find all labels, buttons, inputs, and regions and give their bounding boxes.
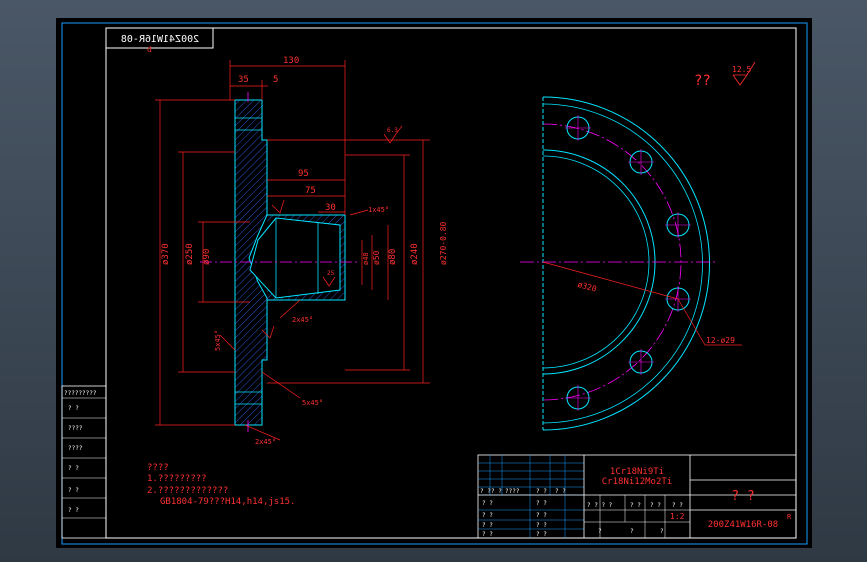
notes-line-2: 2.????????????? (147, 486, 228, 496)
dim-48: ø48 (362, 252, 370, 265)
dim-2x45-a: 2x45° (292, 316, 313, 324)
dim-130: 130 (283, 56, 299, 66)
dim-1x45: 1x45° (368, 206, 389, 214)
tb-row-2: ? ? (482, 512, 493, 519)
tb-weight-0: ? ? ? ? (587, 502, 613, 509)
strip-cell-6: ? ? (68, 507, 79, 514)
tb-weight-1: ? ? (630, 502, 641, 509)
strip-cell-3: ???? (68, 445, 83, 452)
tb-weight-2: ? ? (650, 502, 661, 509)
drawing-sheet (56, 18, 812, 548)
strip-cell-0: ????????? (64, 390, 97, 397)
dim-30: 30 (325, 203, 336, 213)
tb-material-2: Cr18Ni12Mo2Ti (602, 477, 672, 487)
strip-cell-2: ???? (68, 425, 83, 432)
notes-line-3: GB1804-79???H14,h14,js15. (160, 497, 295, 507)
tb-row-3: ? ? (536, 512, 547, 519)
dim-270: ø270-0.80 (439, 221, 448, 265)
roughness-25: 25 (327, 270, 335, 277)
tb-row-1: ? ? (536, 500, 547, 507)
cad-drawing-canvas[interactable]: 200Z41W16R-08 d 130 35 5 95 75 30 1x45° … (0, 0, 867, 562)
tb-bottom-0: ? (598, 528, 602, 535)
dim-80: ø80 (388, 249, 398, 265)
tb-row-5: ? ? (536, 522, 547, 529)
tb-weight-3: ? ? (672, 502, 683, 509)
dim-50: ø50 (372, 250, 381, 265)
dim-5x45-a: 5x45° (214, 330, 222, 351)
tb-header-0: ? ? (480, 488, 491, 495)
dim-5x45-b: 5x45° (302, 399, 323, 407)
strip-cell-4: ? ? (68, 465, 79, 472)
tb-scale: 1:2 (670, 512, 685, 521)
tb-bottom-1: ? (630, 528, 634, 535)
tb-bottom-2: ? (660, 528, 664, 535)
dim-95: 95 (298, 169, 309, 179)
dim-250: ø250 (185, 243, 195, 265)
tb-row-7: ? ? (536, 531, 547, 538)
mirrored-drawing-number: 200Z41W16R-08 (121, 34, 199, 45)
tb-header-1: ? ? (491, 488, 502, 495)
tb-row-4: ? ? (482, 522, 493, 529)
notes-title: ???? (147, 463, 169, 473)
mirrored-small-label: d (147, 45, 152, 54)
roughness-note-prefix: ?? (694, 73, 711, 89)
dim-5: 5 (273, 75, 278, 85)
tb-row-6: ? ? (482, 531, 493, 538)
strip-cell-1: ? ? (68, 405, 79, 412)
dim-75: 75 (305, 186, 316, 196)
tb-drawing-code: 200Z41W16R-08 (708, 520, 778, 530)
tb-material-1: 1Cr18Ni9Ti (610, 467, 664, 477)
dim-240: ø240 (410, 243, 420, 265)
dim-2x45-b: 2x45° (255, 438, 276, 446)
dim-bolt-holes: 12-ø29 (706, 336, 735, 345)
dim-90: ø90 (202, 249, 212, 265)
tb-header-4: ? ? (555, 488, 566, 495)
tb-row-0: ? ? (482, 500, 493, 507)
tb-part-name: ? ? (731, 489, 754, 504)
strip-cell-5: ? ? (68, 487, 79, 494)
tb-header-3: ? ? (536, 488, 547, 495)
notes-line-1: 1.????????? (147, 474, 207, 484)
tb-header-2: ???? (505, 488, 520, 495)
dim-35: 35 (238, 75, 249, 85)
dim-370: ø370 (161, 243, 171, 265)
